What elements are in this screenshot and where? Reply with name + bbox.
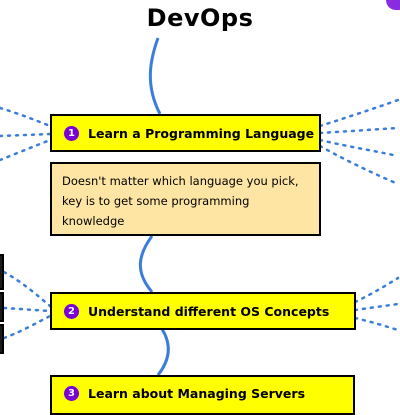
step-3-node[interactable]: 3 Learn about Managing Servers: [50, 375, 355, 415]
left-side-node[interactable]: [0, 254, 4, 290]
step-3-label: Learn about Managing Servers: [88, 386, 306, 401]
left-connector: [2, 306, 52, 313]
spine-segment-middle: [138, 235, 154, 293]
spine-segment-top: [148, 37, 162, 115]
right-connector: [318, 138, 400, 158]
step-2-node[interactable]: 2 Understand different OS Concepts: [50, 292, 356, 330]
right-connector: [318, 126, 400, 135]
step-1-badge: 1: [64, 125, 79, 141]
step-2-label: Understand different OS Concepts: [88, 303, 330, 319]
roadmap-canvas: DevOps 1 Learn a Programming Language Do…: [0, 0, 400, 415]
spine-segment-bottom: [156, 328, 170, 376]
right-connector: [353, 276, 400, 304]
step-3-badge: 3: [64, 386, 79, 401]
left-side-node[interactable]: [0, 292, 4, 322]
left-connector: [0, 132, 52, 138]
left-connector: [2, 270, 52, 308]
step-1-node[interactable]: 1 Learn a Programming Language: [50, 114, 321, 152]
step-2-badge: 2: [64, 303, 79, 319]
right-connector: [353, 302, 400, 312]
left-connector: [0, 106, 52, 128]
right-connector: [318, 144, 400, 186]
left-connector: [2, 314, 52, 340]
left-connector: [0, 138, 52, 162]
step-1-note: Doesn't matter which language you pick, …: [50, 162, 321, 236]
page-title: DevOps: [146, 4, 254, 32]
left-side-node[interactable]: [0, 324, 4, 354]
step-1-label: Learn a Programming Language: [88, 125, 315, 141]
step-1-note-text: Doesn't matter which language you pick, …: [62, 174, 299, 228]
right-connector: [318, 98, 400, 128]
right-connector: [353, 316, 400, 332]
